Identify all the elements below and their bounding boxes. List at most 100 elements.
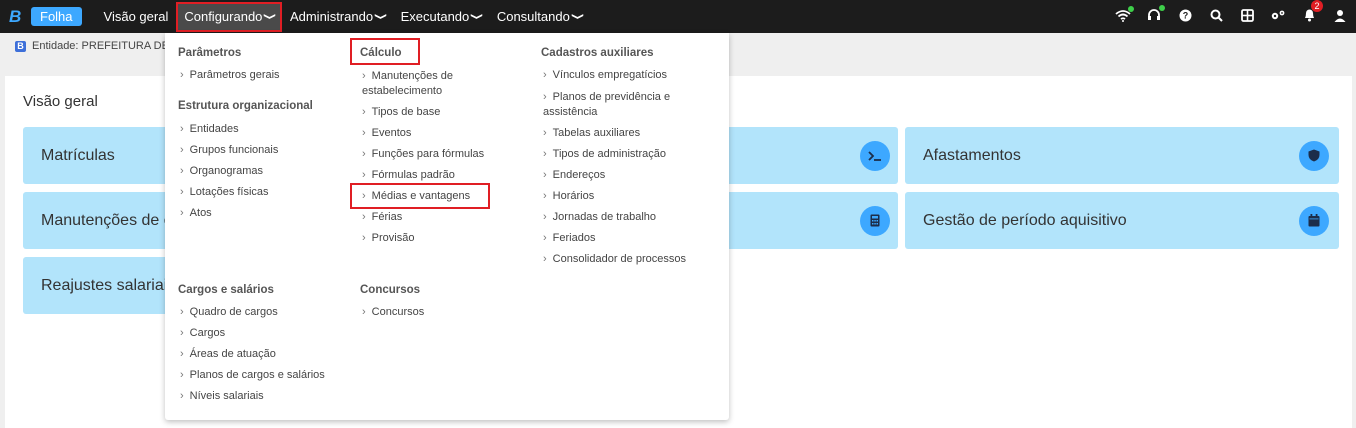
nav-configurando[interactable]: Configurando ❯ bbox=[176, 1, 282, 32]
menu-item-ferias[interactable]: › Férias bbox=[362, 210, 402, 225]
user-icon[interactable] bbox=[1332, 9, 1348, 25]
menu-item-label: Níveis salariais bbox=[189, 390, 264, 402]
chevron-right-icon: › bbox=[543, 69, 547, 81]
nav-executando[interactable]: Executando ❯ bbox=[393, 0, 489, 33]
menu-item-niveis-salariais[interactable]: › Níveis salariais bbox=[180, 389, 264, 404]
chevron-right-icon: › bbox=[543, 148, 547, 160]
menu-item-quadro-cargos[interactable]: › Quadro de cargos bbox=[180, 305, 278, 320]
menu-item-formulas-padrao[interactable]: › Fórmulas padrão bbox=[362, 168, 455, 183]
menu-heading-cadastros-auxiliares: Cadastros auxiliares bbox=[541, 47, 654, 59]
grid-icon[interactable] bbox=[1239, 8, 1255, 25]
menu-item-tabelas-auxiliares[interactable]: › Tabelas auxiliares bbox=[543, 126, 640, 141]
headset-icon[interactable] bbox=[1146, 5, 1165, 25]
nav-label: Consultando bbox=[496, 9, 570, 24]
chevron-right-icon: › bbox=[362, 70, 366, 82]
chevron-down-icon: ❯ bbox=[471, 12, 485, 21]
nav-administrando[interactable]: Administrando ❯ bbox=[282, 0, 393, 33]
chevron-right-icon: › bbox=[180, 348, 184, 360]
brand[interactable]: B Folha bbox=[9, 7, 82, 27]
menu-item-consolidador[interactable]: › Consolidador de processos bbox=[543, 252, 686, 267]
menu-item-entidades[interactable]: › Entidades bbox=[180, 122, 239, 137]
menu-item-label: Vínculos empregatícios bbox=[552, 69, 668, 81]
menu-item-planos-previdencia-line2[interactable]: assistência bbox=[543, 105, 597, 120]
card-label: Matrículas bbox=[41, 146, 115, 164]
notifications-icon[interactable]: 2 bbox=[1301, 0, 1323, 25]
menu-item-label: Manutenções de bbox=[371, 70, 454, 82]
chevron-right-icon: › bbox=[180, 144, 184, 156]
menu-item-label: Quadro de cargos bbox=[189, 306, 278, 318]
nav-visao-geral[interactable]: Visão geral bbox=[96, 0, 177, 33]
card-gestao-periodo[interactable]: Gestão de período aquisitivo bbox=[905, 192, 1339, 249]
chevron-right-icon: › bbox=[180, 69, 184, 81]
online-indicator bbox=[1159, 5, 1165, 11]
menu-item-label: Jornadas de trabalho bbox=[552, 211, 657, 223]
menu-item-atos[interactable]: › Atos bbox=[180, 206, 212, 221]
entity-label: Entidade: PREFEITURA DE D bbox=[32, 40, 180, 52]
menu-item-enderecos[interactable]: › Endereços bbox=[543, 168, 605, 183]
menu-item-lotacoes-fisicas[interactable]: › Lotações físicas bbox=[180, 185, 269, 200]
menu-item-feriados[interactable]: › Feriados bbox=[543, 231, 595, 246]
menu-item-vinculos[interactable]: › Vínculos empregatícios bbox=[543, 68, 667, 83]
card-afastamentos[interactable]: Afastamentos bbox=[905, 127, 1339, 184]
menu-item-grupos-funcionais[interactable]: › Grupos funcionais bbox=[180, 143, 278, 158]
menu-item-label: Atos bbox=[189, 207, 212, 219]
menu-item-eventos[interactable]: › Eventos bbox=[362, 126, 411, 141]
menu-item-manutencoes-estabelecimento-line2[interactable]: estabelecimento bbox=[362, 84, 442, 99]
chevron-right-icon: › bbox=[362, 106, 366, 118]
nav-label: Configurando bbox=[184, 9, 263, 24]
menu-heading-parametros: Parâmetros bbox=[178, 47, 242, 59]
chevron-right-icon: › bbox=[362, 127, 366, 139]
highlight-box bbox=[350, 38, 420, 65]
menu-item-planos-cargos[interactable]: › Planos de cargos e salários bbox=[180, 368, 325, 383]
menu-item-label: Férias bbox=[371, 211, 403, 223]
chevron-right-icon: › bbox=[543, 190, 547, 202]
menu-item-parametros-gerais[interactable]: › Parâmetros gerais bbox=[180, 68, 280, 83]
menu-item-areas-atuacao[interactable]: › Áreas de atuação bbox=[180, 347, 276, 362]
chevron-right-icon: › bbox=[543, 169, 547, 181]
card-middle-1[interactable] bbox=[723, 127, 898, 184]
chevron-right-icon: › bbox=[180, 306, 184, 318]
configurando-dropdown: Parâmetros › Parâmetros gerais Estrutura … bbox=[165, 33, 729, 420]
menu-item-organogramas[interactable]: › Organogramas bbox=[180, 164, 263, 179]
calendar-icon bbox=[1299, 205, 1329, 236]
menu-item-funcoes-formulas[interactable]: › Funções para fórmulas bbox=[362, 147, 484, 162]
nav-consultando[interactable]: Consultando ❯ bbox=[489, 0, 590, 33]
menu-item-horarios[interactable]: › Horários bbox=[543, 189, 594, 204]
highlight-box bbox=[350, 183, 490, 209]
menu-item-cargos[interactable]: › Cargos bbox=[180, 326, 225, 341]
wifi-icon[interactable] bbox=[1115, 5, 1134, 25]
card-label: Gestão de período aquisitivo bbox=[923, 211, 1127, 229]
page-title: Visão geral bbox=[23, 93, 98, 110]
menu-item-label: Áreas de atuação bbox=[189, 348, 276, 360]
settings-icon[interactable] bbox=[1270, 9, 1286, 25]
chevron-right-icon: › bbox=[543, 253, 547, 265]
menu-item-label: Grupos funcionais bbox=[189, 144, 279, 156]
svg-text:?: ? bbox=[1182, 10, 1188, 20]
card-label: Reajustes salariais bbox=[41, 276, 176, 294]
menu-item-label: Horários bbox=[552, 190, 595, 202]
menu-heading-cargos-salarios: Cargos e salários bbox=[178, 284, 274, 296]
menu-item-provisao[interactable]: › Provisão bbox=[362, 231, 414, 246]
card-label: Manutenções de e bbox=[41, 211, 173, 229]
menu-item-concursos[interactable]: › Concursos bbox=[362, 305, 424, 320]
search-icon[interactable] bbox=[1208, 9, 1224, 25]
menu-item-tipos-base[interactable]: › Tipos de base bbox=[362, 105, 440, 120]
chevron-right-icon: › bbox=[362, 306, 366, 318]
chevron-right-icon: › bbox=[543, 127, 547, 139]
chevron-right-icon: › bbox=[362, 169, 366, 181]
menu-item-label: Consolidador de processos bbox=[552, 253, 686, 265]
entity-selector[interactable]: B Entidade: PREFEITURA DE D bbox=[15, 40, 180, 52]
app-name[interactable]: Folha bbox=[31, 7, 82, 26]
menu-item-planos-previdencia[interactable]: › Planos de previdência e bbox=[543, 90, 670, 105]
shield-icon bbox=[1299, 140, 1329, 171]
card-middle-2[interactable] bbox=[723, 192, 898, 249]
menu-item-jornadas[interactable]: › Jornadas de trabalho bbox=[543, 210, 656, 225]
chevron-right-icon: › bbox=[543, 232, 547, 244]
menu-item-tipos-administracao[interactable]: › Tipos de administração bbox=[543, 147, 666, 162]
help-icon[interactable]: ? bbox=[1177, 9, 1193, 25]
chevron-down-icon: ❯ bbox=[374, 12, 388, 21]
menu-item-label: Concursos bbox=[371, 306, 425, 318]
menu-item-manutencoes-estabelecimento[interactable]: › Manutenções de bbox=[362, 69, 453, 84]
menu-item-label: Funções para fórmulas bbox=[371, 148, 485, 160]
menu-item-label: Fórmulas padrão bbox=[371, 169, 455, 181]
